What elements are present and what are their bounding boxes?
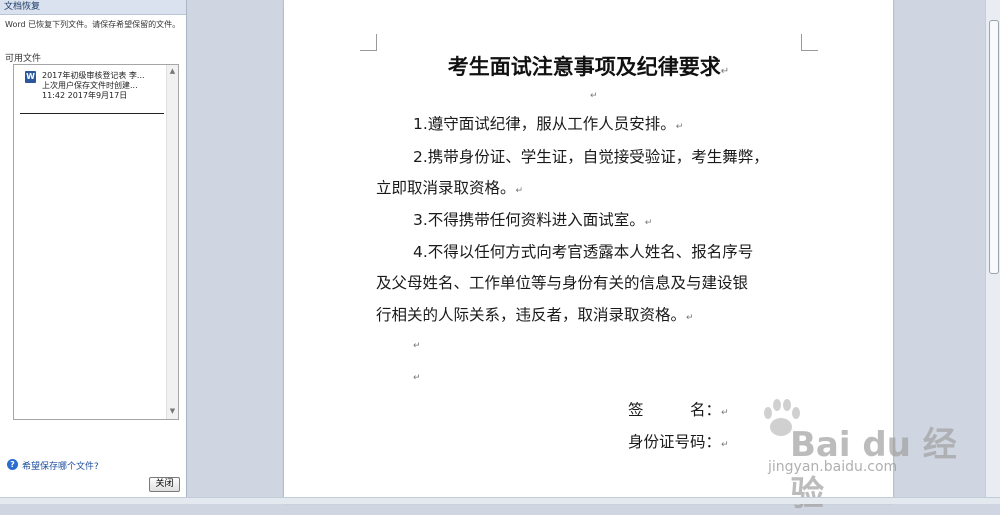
document-line: 立即取消录取资格。↵: [376, 176, 523, 198]
recovered-file-item[interactable]: W 2017年初级审核登记表 李... 上次用户保存文件时创建... 11:42…: [16, 67, 164, 115]
document-line-text: 立即取消录取资格。: [376, 179, 516, 197]
word-document-icon: W: [25, 71, 36, 83]
scroll-down-arrow-icon[interactable]: ▼: [168, 407, 177, 415]
document-line-text: 1.遵守面试纪律，服从工作人员安排。: [413, 115, 676, 133]
document-line: 行相关的人际关系，违反者，取消录取资格。↵: [376, 303, 694, 325]
paragraph-mark-icon: ↵: [413, 373, 421, 383]
vertical-scrollbar[interactable]: [985, 0, 1000, 497]
help-icon[interactable]: ?: [7, 459, 18, 470]
document-line-text: 行相关的人际关系，违反者，取消录取资格。: [376, 306, 687, 324]
document-line: 1.遵守面试纪律，服从工作人员安排。↵: [413, 112, 683, 134]
document-line: 3.不得携带任何资料进入面试室。↵: [413, 208, 652, 230]
file-subtitle: 上次用户保存文件时创建...: [42, 81, 138, 90]
file-datetime: 11:42 2017年9月17日: [42, 91, 128, 100]
document-line: 2.携带身份证、学生证，自觉接受验证，考生舞弊，: [413, 145, 769, 167]
document-recovery-pane: 文档恢复 Word 已恢复下列文件。请保存希望保留的文件。 可用文件 W 201…: [0, 0, 187, 503]
file-list-scrollbar[interactable]: ▲ ▼: [166, 65, 178, 419]
available-files-label: 可用文件: [5, 54, 42, 64]
recovery-description: Word 已恢复下列文件。请保存希望保留的文件。: [5, 20, 181, 29]
paragraph-mark-icon: ↵: [675, 122, 684, 132]
scroll-up-arrow-icon[interactable]: ▲: [168, 67, 177, 75]
document-title-text: 考生面试注意事项及纪律要求: [447, 55, 721, 79]
document-line-text: 2.携带身份证、学生证，自觉接受验证，考生舞弊，: [413, 148, 769, 166]
document-page[interactable]: 考生面试注意事项及纪律要求↵ ↵ 1.遵守面试纪律，服从工作人员安排。↵ 2.携…: [284, 0, 893, 503]
document-line: 及父母姓名、工作单位等与身份有关的信息及与建设银: [376, 271, 748, 293]
document-line-text: 4.不得以任何方式向考官透露本人姓名、报名序号: [413, 243, 754, 261]
paragraph-mark-icon: ↵: [720, 66, 730, 77]
paragraph-mark-icon: ↵: [644, 218, 653, 228]
id-number-line: 身份证号码：↵: [628, 430, 729, 452]
margin-corner-top-left: [360, 34, 377, 51]
document-line-text: 3.不得携带任何资料进入面试室。: [413, 211, 645, 229]
paragraph-mark-icon: ↵: [721, 408, 729, 418]
available-files-list[interactable]: W 2017年初级审核登记表 李... 上次用户保存文件时创建... 11:42…: [13, 64, 179, 420]
paragraph-mark-icon: ↵: [515, 186, 524, 196]
item-separator: [20, 113, 164, 114]
id-number-label: 身份证号码：: [628, 433, 722, 451]
signature-line: 签 名：↵: [628, 398, 729, 420]
margin-corner-top-right: [801, 34, 818, 51]
help-link[interactable]: 希望保存哪个文件?: [22, 459, 99, 472]
close-button[interactable]: 关闭: [149, 477, 180, 492]
paragraph-mark-icon: ↵: [590, 91, 598, 101]
paragraph-mark-icon: ↵: [686, 313, 694, 323]
scrollbar-thumb[interactable]: [989, 20, 999, 274]
paragraph-mark-icon: ↵: [721, 440, 729, 450]
paragraph-mark-icon: ↵: [413, 341, 421, 351]
pane-header: 文档恢复: [0, 0, 186, 15]
document-line: 4.不得以任何方式向考官透露本人姓名、报名序号: [413, 240, 753, 262]
signature-label: 签 名：: [628, 401, 722, 419]
document-line-text: 及父母姓名、工作单位等与身份有关的信息及与建设银: [376, 274, 749, 292]
file-name: 2017年初级审核登记表 李...: [42, 71, 145, 80]
document-title: 考生面试注意事项及纪律要求↵: [284, 51, 893, 81]
